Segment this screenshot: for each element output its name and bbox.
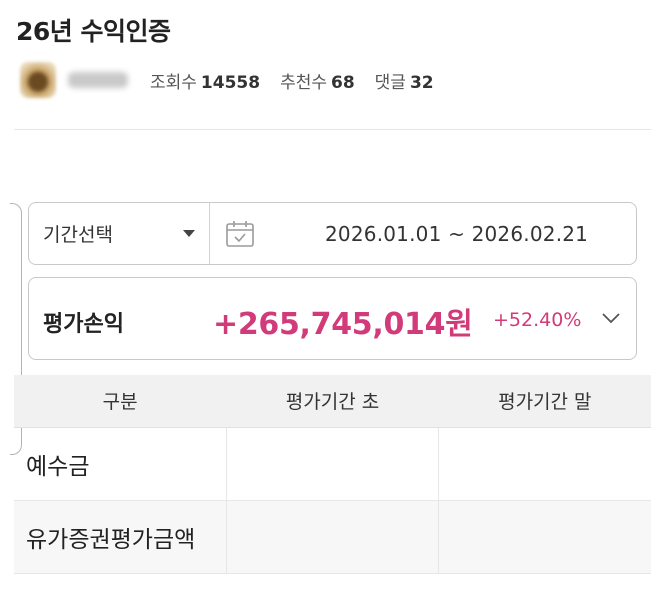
holdings-table: 구분 평가기간 초 평가기간 말 예수금 유가증권평가금액	[14, 375, 651, 574]
post-title: 26년 수익인증	[16, 17, 171, 46]
table-cell	[225, 500, 439, 574]
table-cell	[438, 427, 651, 501]
comment-count-value: 32	[409, 72, 434, 93]
calendar-icon[interactable]	[225, 220, 255, 248]
profit-loss-amount: +265,745,014원	[213, 307, 473, 342]
row-label-deposit: 예수금	[14, 427, 227, 501]
profit-loss-rate: +52.40%	[493, 309, 582, 331]
view-count-label: 조회수	[150, 72, 197, 93]
column-header-period-end: 평가기간 말	[438, 375, 651, 428]
view-count: 조회수 14558	[150, 68, 260, 93]
table-header-row: 구분 평가기간 초 평가기간 말	[14, 375, 651, 428]
period-select[interactable]: 기간선택	[29, 203, 210, 264]
header-divider	[14, 129, 651, 130]
avatar[interactable]	[20, 62, 56, 98]
period-select-label: 기간선택	[43, 224, 113, 246]
author-name-blurred[interactable]	[68, 72, 128, 88]
row-label-securities-value: 유가증권평가금액	[14, 500, 227, 574]
period-filter: 기간선택 2026.01.01 ~ 2026.02.21	[28, 202, 637, 265]
recommend-count-label: 추천수	[280, 72, 327, 93]
chevron-down-icon[interactable]	[601, 311, 621, 325]
caret-down-icon	[183, 230, 195, 237]
post-meta: 조회수 14558 추천수 68 댓글 32	[20, 60, 434, 100]
table-cell	[225, 427, 439, 501]
recommend-count: 추천수 68	[280, 68, 355, 93]
table-cell	[438, 500, 651, 574]
recommend-count-value: 68	[331, 72, 355, 93]
column-header-period-start: 평가기간 초	[226, 375, 439, 428]
date-range[interactable]: 2026.01.01 ~ 2026.02.21	[325, 222, 588, 246]
profit-loss-summary[interactable]: 평가손익 +265,745,014원 +52.40%	[28, 277, 637, 360]
comment-count[interactable]: 댓글 32	[375, 68, 434, 93]
column-header-category: 구분	[14, 375, 227, 428]
view-count-value: 14558	[200, 72, 261, 93]
table-row: 유가증권평가금액	[14, 500, 651, 574]
comment-count-label: 댓글	[374, 72, 406, 93]
table-row: 예수금	[14, 427, 651, 501]
profit-loss-label: 평가손익	[43, 312, 124, 337]
